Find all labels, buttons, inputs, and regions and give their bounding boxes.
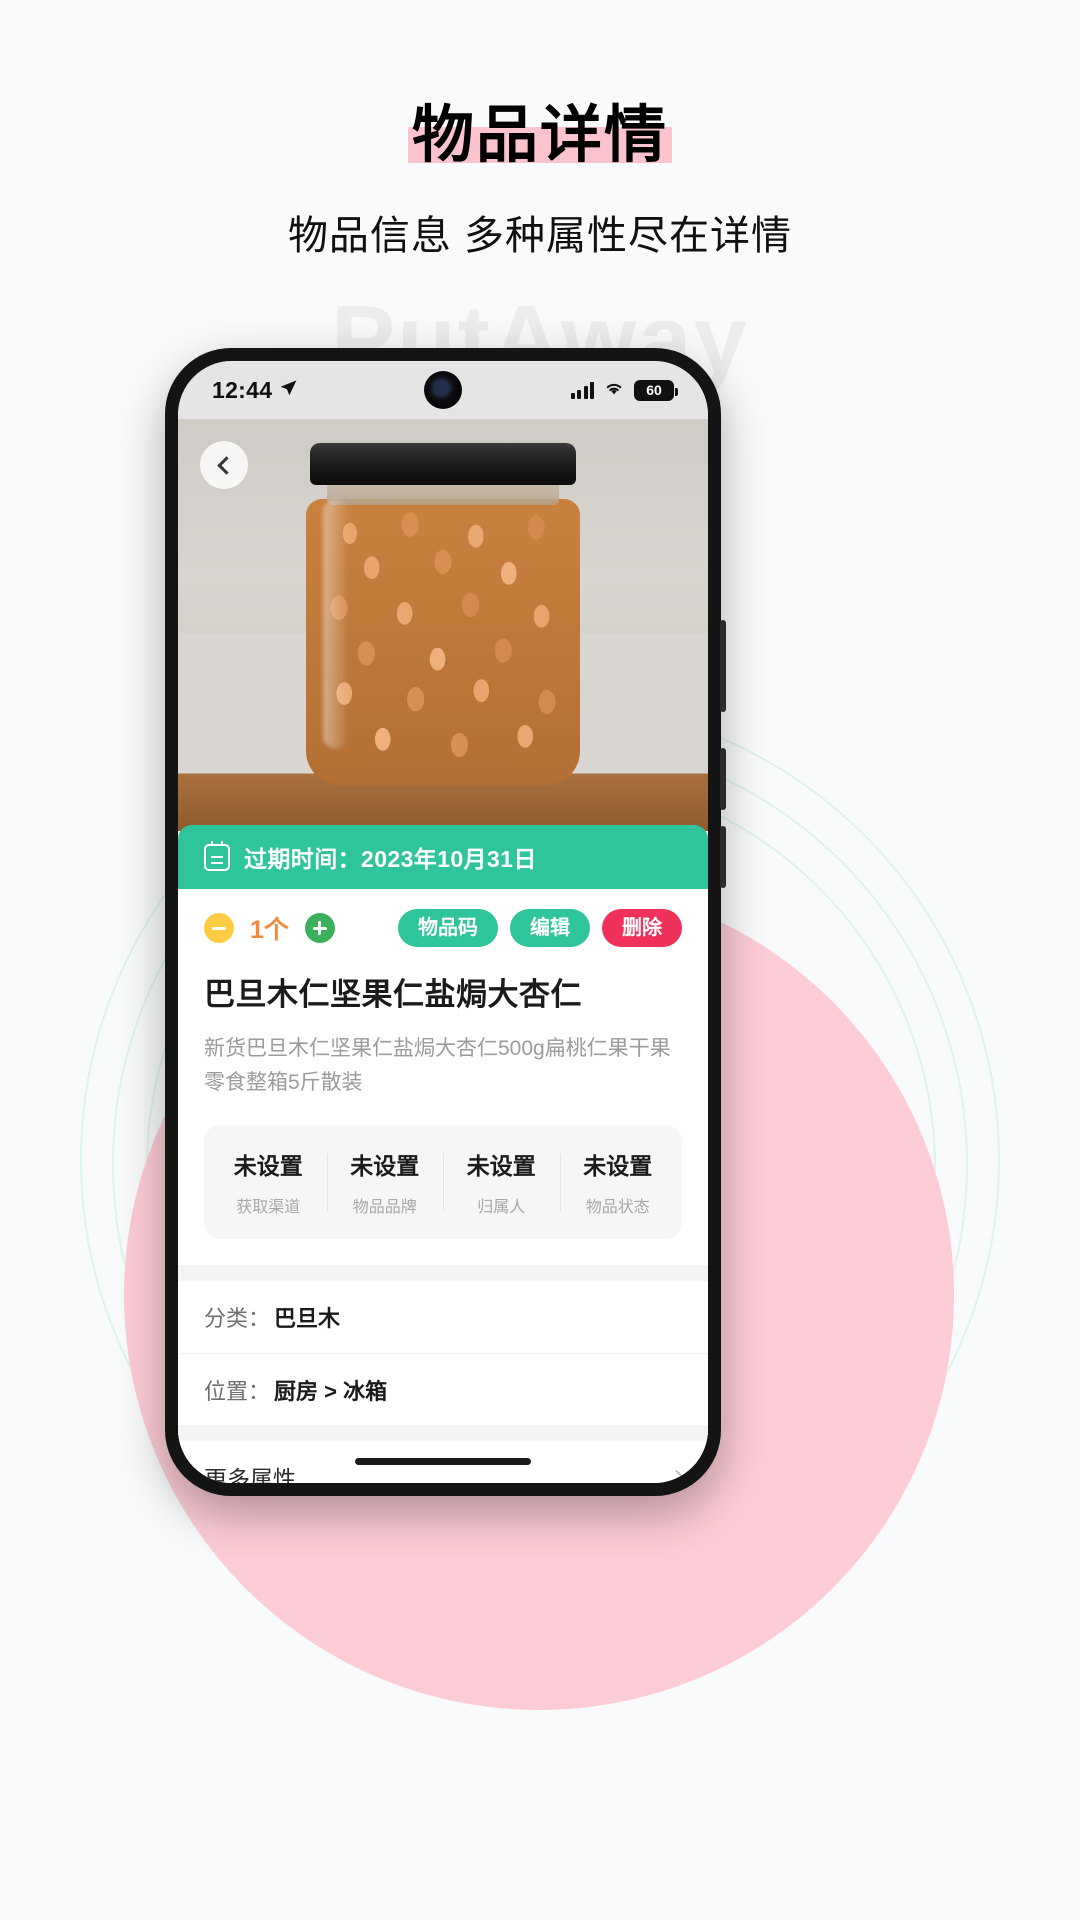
home-indicator: [355, 1458, 531, 1465]
status-bar-left: 12:44: [212, 377, 298, 404]
quantity-stepper: 1个: [204, 910, 335, 946]
attribute-cell[interactable]: 未设置 物品状态: [559, 1147, 677, 1217]
minus-circle-icon[interactable]: [204, 913, 234, 943]
back-button[interactable]: [200, 441, 248, 489]
attribute-value: 未设置: [583, 1153, 653, 1180]
attribute-label: 物品状态: [585, 1199, 650, 1217]
almond-jar: [293, 443, 593, 785]
signal-bars-icon: [570, 381, 594, 399]
battery-level: 60: [646, 382, 662, 398]
status-bar-right: 60: [570, 379, 678, 401]
meta-rows-card: 分类： 巴旦木 位置： 厨房 > 冰箱: [178, 1281, 708, 1426]
quantity-action-row: 1个 物品码 编辑 删除: [204, 909, 682, 947]
attribute-grid: 未设置 获取渠道 未设置 物品品牌 未设置 归属人 未设置 物品状态: [204, 1125, 682, 1240]
item-description: 新货巴旦木仁坚果仁盐焗大杏仁500g扁桃仁果干果零食整箱5斤散装: [204, 1037, 671, 1094]
plus-circle-icon[interactable]: [304, 913, 335, 943]
chevron-right-icon: [668, 1469, 685, 1483]
attribute-cell[interactable]: 未设置 物品品牌: [326, 1147, 444, 1217]
front-camera: [424, 371, 462, 409]
page-root: 物品详情 物品信息 多种属性尽在详情 PutAway 12:44 60 过期时间…: [0, 0, 1080, 1920]
section-gap: [178, 1425, 708, 1442]
item-detail-card: 1个 物品码 编辑 删除 巴旦木仁坚果仁盐焗大杏仁 新货巴旦木仁坚果仁盐焗大杏仁…: [178, 889, 708, 1266]
expiry-text: 过期时间：2023年10月31日: [244, 846, 537, 872]
attribute-label: 获取渠道: [236, 1199, 301, 1217]
expiry-banner: 过期时间：2023年10月31日: [178, 825, 708, 889]
app-screen: 过期时间：2023年10月31日 1个 物品码 编辑 删除 巴旦木仁坚果仁盐焗大…: [178, 419, 708, 1483]
delete-button[interactable]: 删除: [602, 909, 682, 947]
phone-volume-down-button: [720, 826, 726, 888]
jar-neck: [327, 483, 559, 505]
item-name: 巴旦木仁坚果仁盐焗大杏仁: [204, 977, 582, 1012]
phone-screen: 12:44 60 过期时间：2023年10月31日 1个 物品码 编辑 删除 巴…: [178, 361, 708, 1483]
item-photo: [178, 419, 708, 831]
page-title: 物品详情: [411, 101, 668, 170]
location-arrow-icon: [279, 378, 298, 402]
section-gap: [178, 1265, 708, 1282]
action-buttons: 物品码 编辑 删除: [398, 909, 682, 947]
jar-lid: [310, 443, 576, 485]
attribute-cell[interactable]: 未设置 归属人: [443, 1147, 560, 1217]
more-attributes-label: 更多属性: [204, 1466, 296, 1483]
battery-icon: 60: [634, 379, 678, 401]
location-row[interactable]: 位置： 厨房 > 冰箱: [178, 1353, 708, 1425]
phone-volume-up-button: [720, 748, 726, 810]
edit-button[interactable]: 编辑: [510, 909, 590, 947]
attribute-value: 未设置: [350, 1153, 420, 1180]
chevron-left-icon: [216, 455, 236, 475]
attribute-cell[interactable]: 未设置 获取渠道: [210, 1147, 327, 1217]
attribute-label: 归属人: [477, 1199, 526, 1217]
wifi-icon: [603, 379, 625, 401]
page-title-wrap: 物品详情: [406, 100, 674, 171]
category-label: 分类：: [204, 1306, 271, 1332]
jar-highlight: [323, 499, 349, 749]
attribute-value: 未设置: [466, 1153, 536, 1180]
status-time: 12:44: [212, 376, 273, 403]
category-value: 巴旦木: [274, 1306, 341, 1332]
attribute-label: 物品品牌: [352, 1199, 417, 1217]
phone-mockup: 12:44 60 过期时间：2023年10月31日 1个 物品码 编辑 删除 巴…: [165, 348, 726, 1496]
location-value: 厨房 > 冰箱: [274, 1378, 388, 1404]
category-row[interactable]: 分类： 巴旦木: [178, 1281, 708, 1353]
quantity-value: 1个: [250, 916, 289, 944]
calendar-icon: [204, 840, 230, 871]
page-subtitle: 物品信息 多种属性尽在详情: [287, 214, 793, 259]
phone-power-button: [720, 620, 726, 712]
item-code-button[interactable]: 物品码: [398, 909, 498, 947]
promo-header: 物品详情 物品信息 多种属性尽在详情: [0, 0, 1080, 261]
attribute-value: 未设置: [233, 1153, 303, 1180]
location-label: 位置：: [204, 1378, 271, 1404]
